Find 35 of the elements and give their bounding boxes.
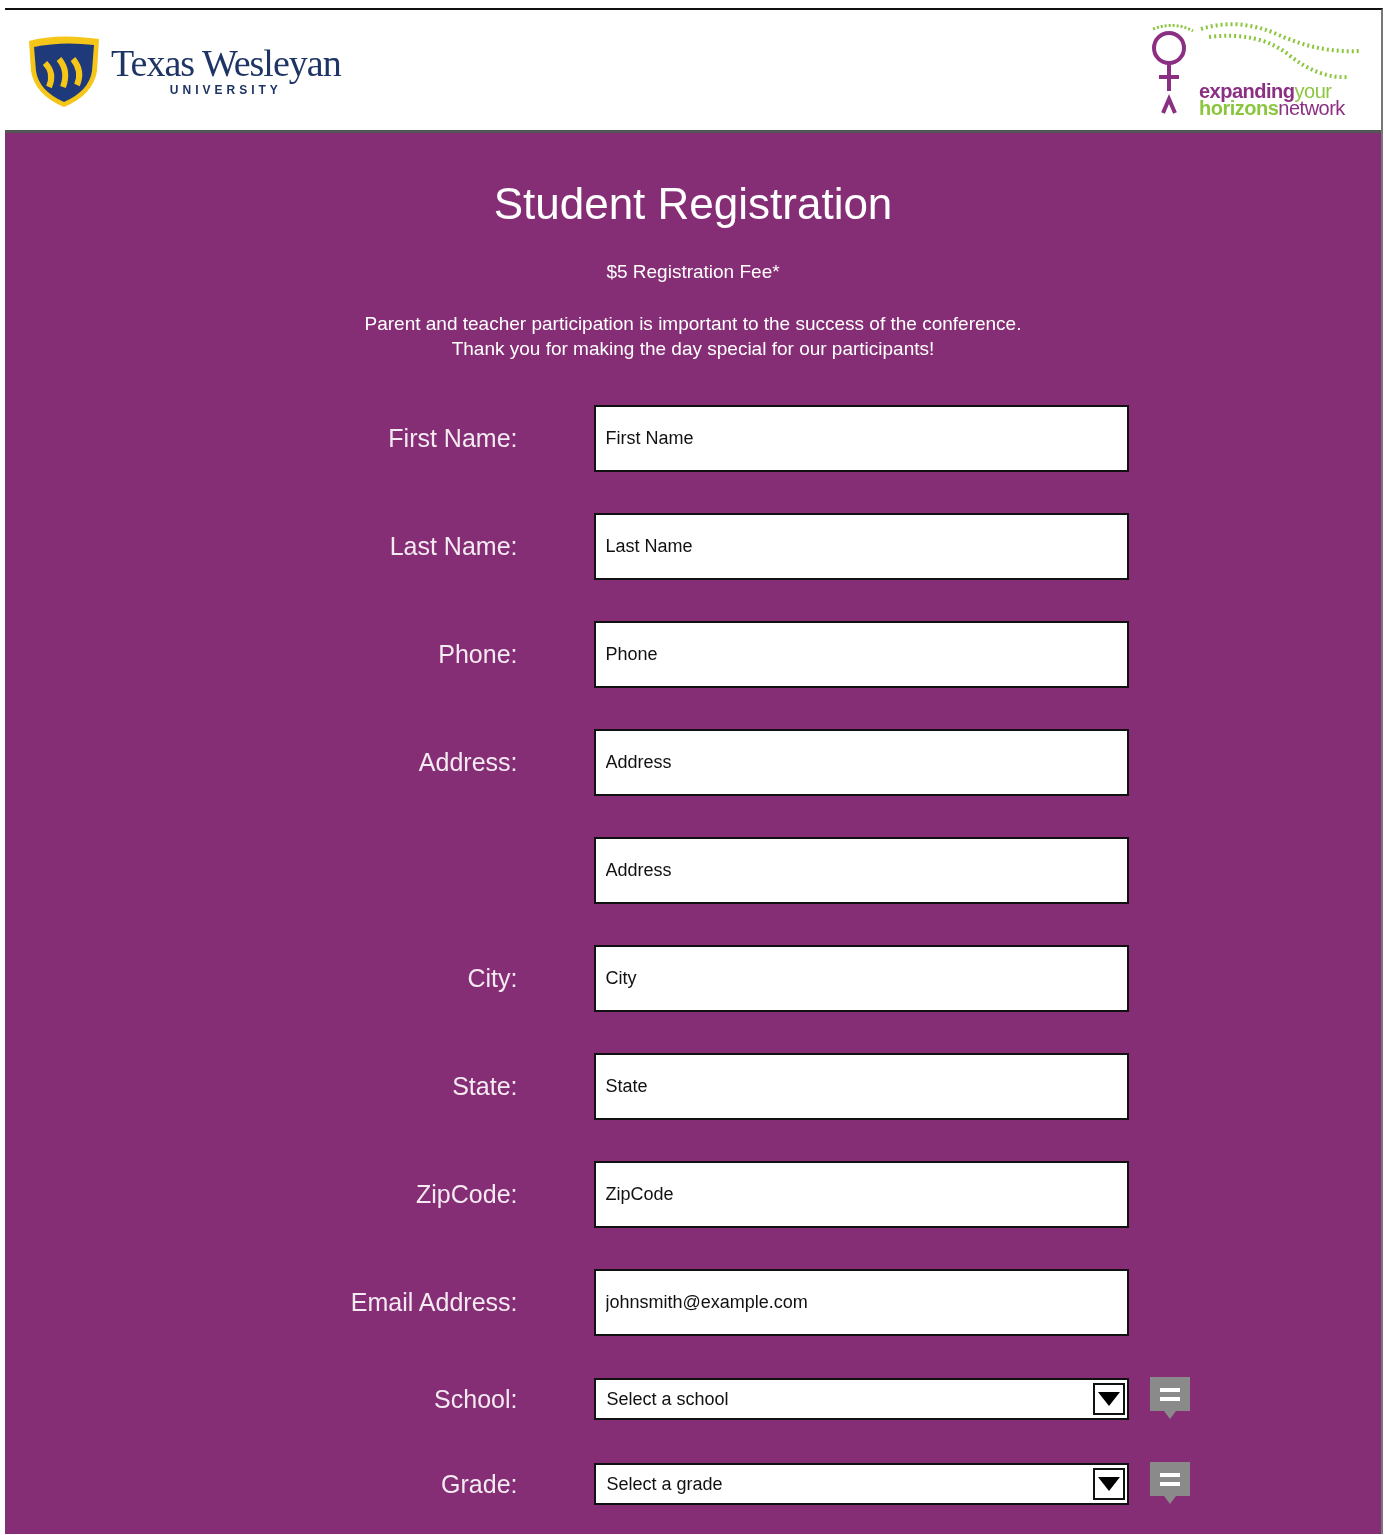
- comment-icon[interactable]: [1149, 1462, 1190, 1506]
- field-label: Phone:: [438, 640, 518, 669]
- field-label: Email Address:: [350, 1288, 518, 1317]
- fee-text: $5 Registration Fee*: [606, 261, 780, 283]
- dropdown-field[interactable]: Select a grade: [593, 1463, 1129, 1505]
- field-label: First Name:: [388, 424, 518, 453]
- field-label: Last Name:: [389, 532, 518, 561]
- input-field[interactable]: Last Name: [593, 513, 1129, 580]
- field-label: Grade:: [441, 1469, 518, 1499]
- caret-icon: [1097, 1392, 1120, 1406]
- input-field[interactable]: City: [593, 945, 1129, 1012]
- input-field[interactable]: State: [593, 1053, 1129, 1120]
- logo-subtitle: UNIVERSITY: [169, 83, 282, 97]
- logo-tagline: horizonsnetwork: [1199, 100, 1346, 117]
- field-label: City:: [467, 964, 518, 993]
- caret-icon: [1097, 1477, 1120, 1491]
- field-label: School:: [434, 1384, 518, 1414]
- field-label: Address:: [418, 748, 518, 777]
- page-title: Student Registration: [493, 178, 893, 230]
- comment-icon[interactable]: [1149, 1377, 1190, 1421]
- input-field[interactable]: ZipCode: [593, 1161, 1129, 1228]
- input-field[interactable]: johnsmith@example.com: [593, 1269, 1129, 1336]
- intro-text: Parent and teacher participation is important to the success of the conference. Thank you for making the day special for our participants!: [364, 312, 1022, 361]
- logo-name: Texas Wesleyan: [111, 43, 341, 83]
- field-label: ZipCode:: [416, 1180, 518, 1209]
- input-field[interactable]: Phone: [593, 621, 1129, 688]
- input-field[interactable]: First Name: [593, 405, 1129, 472]
- shield-icon: [27, 33, 101, 107]
- field-label: State:: [452, 1072, 518, 1101]
- logo-tagline: expandingyour: [1199, 83, 1332, 100]
- input-field[interactable]: Address: [593, 729, 1129, 796]
- dropdown-field[interactable]: Select a school: [593, 1378, 1129, 1420]
- input-field[interactable]: Address: [593, 837, 1129, 904]
- dropdown-button[interactable]: [1092, 1468, 1125, 1500]
- dropdown-button[interactable]: [1092, 1383, 1125, 1415]
